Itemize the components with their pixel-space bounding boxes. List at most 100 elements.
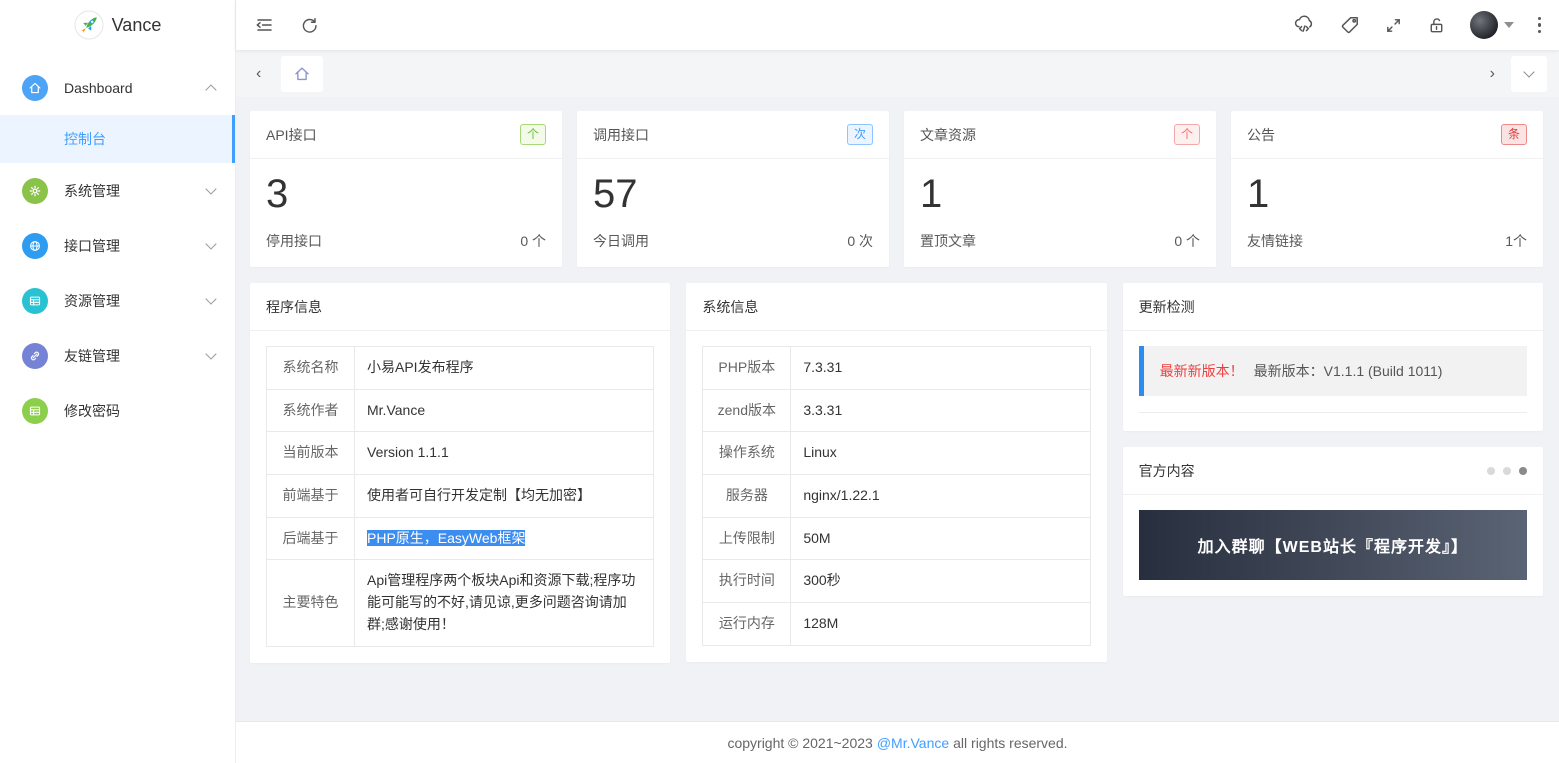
rocket-logo-icon xyxy=(74,10,104,40)
refresh-icon[interactable] xyxy=(300,16,319,35)
sidebar-item-api-management[interactable]: 接口管理 xyxy=(0,218,235,273)
sidebar-item-change-password[interactable]: 修改密码 xyxy=(0,383,235,438)
user-menu[interactable] xyxy=(1469,11,1514,39)
collapse-sidebar-icon[interactable] xyxy=(254,15,274,35)
stat-footer-value: 1个 xyxy=(1505,233,1527,249)
table-row: 系统作者 Mr.Vance xyxy=(266,388,655,433)
table-row: 系统名称 小易API发布程序 xyxy=(266,346,655,390)
tab-bar: ‹ › xyxy=(236,50,1559,97)
carousel-dot[interactable] xyxy=(1487,466,1495,475)
chevron-down-icon xyxy=(1523,66,1535,78)
official-content-panel: 官方内容 加入群聊【WEB站长『程序开发』】 xyxy=(1122,447,1543,596)
unit-badge: 个 xyxy=(519,123,546,146)
stat-card-announcements: 公告 条 1 友情链接 1个 xyxy=(1231,111,1543,267)
stat-footer-label: 置顶文章 xyxy=(920,233,976,249)
update-alert: 最新新版本！ 最新版本：V1.1.1 (Build 1011) xyxy=(1138,346,1527,396)
fullscreen-icon[interactable] xyxy=(1384,16,1403,35)
table-row: 主要特色 Api管理程序两个板块Api和资源下载;程序功能可能写的不好,请见谅,更… xyxy=(266,559,655,647)
panel-title: 程序信息 xyxy=(266,298,322,315)
brand-logo[interactable]: Vance xyxy=(0,0,235,50)
table-row: 操作系统 Linux xyxy=(702,431,1091,476)
tabs-scroll-left-icon[interactable]: ‹ xyxy=(248,65,269,83)
stat-value: 1 xyxy=(920,172,943,216)
unit-badge: 次 xyxy=(846,123,873,146)
sidebar-item-label: Dashboard xyxy=(64,79,133,96)
sidebar-menu: Dashboard 控制台 系统管理 接口管理 资源管理 友链管理 修改密码 xyxy=(0,50,235,438)
stat-title: API接口 xyxy=(266,126,317,143)
chevron-down-icon xyxy=(205,182,217,195)
tag-icon[interactable] xyxy=(1340,15,1360,35)
stat-value: 57 xyxy=(593,172,638,216)
table-row: 上传限制 50M xyxy=(702,516,1091,561)
chevron-up-icon xyxy=(205,83,217,96)
unit-badge: 条 xyxy=(1500,123,1527,146)
chevron-down-icon xyxy=(205,347,217,360)
stat-footer-label: 今日调用 xyxy=(593,233,649,249)
chevron-down-icon xyxy=(205,292,217,305)
sidebar-item-resource-management[interactable]: 资源管理 xyxy=(0,273,235,328)
sidebar-item-label: 友链管理 xyxy=(64,347,120,364)
table-row: 前端基于 使用者可自行开发定制【均无加密】 xyxy=(266,474,655,518)
alert-highlight: 最新新版本！ xyxy=(1159,363,1244,379)
panel-title: 系统信息 xyxy=(702,298,759,315)
lock-icon[interactable] xyxy=(1427,16,1446,35)
stat-card-calls: 调用接口 次 57 今日调用 0 次 xyxy=(577,111,889,267)
divider xyxy=(1138,412,1527,413)
alert-text: 最新版本：V1.1.1 (Build 1011) xyxy=(1253,363,1443,379)
update-check-panel: 更新检测 最新新版本！ 最新版本：V1.1.1 (Build 1011) xyxy=(1122,283,1543,431)
stat-footer-value: 0 个 xyxy=(520,233,546,249)
system-info-table: PHP版本 7.3.31 zend版本 3.3.31 操作系统 Linux 服务器 ng… xyxy=(702,346,1091,646)
table-icon xyxy=(22,287,48,314)
stat-card-api: API接口 个 3 停用接口 0 个 xyxy=(250,111,562,267)
link-icon xyxy=(22,342,48,369)
stat-cards-row: API接口 个 3 停用接口 0 个 调用接口 次 57 今日调用 0 次 文章… xyxy=(250,111,1543,267)
footer-copyright-suffix: all rights reserved. xyxy=(953,734,1068,751)
tabs-scroll-right-icon[interactable]: › xyxy=(1482,65,1503,83)
sidebar-item-label: 接口管理 xyxy=(64,237,120,254)
panel-title: 更新检测 xyxy=(1138,298,1195,315)
official-banner[interactable]: 加入群聊【WEB站长『程序开发』】 xyxy=(1138,510,1527,580)
table-icon xyxy=(22,397,48,424)
carousel-dot[interactable] xyxy=(1503,466,1511,475)
sidebar-item-label: 修改密码 xyxy=(64,402,120,419)
stat-footer-label: 友情链接 xyxy=(1247,233,1303,249)
sidebar-item-system-management[interactable]: 系统管理 xyxy=(0,163,235,218)
page-content: API接口 个 3 停用接口 0 个 调用接口 次 57 今日调用 0 次 文章… xyxy=(236,97,1559,763)
table-row: PHP版本 7.3.31 xyxy=(702,346,1091,390)
footer-copyright-prefix: copyright © 2021~2023 xyxy=(727,734,873,751)
selected-text: PHP原生，EasyWeb框架 xyxy=(367,529,526,546)
info-panels-row: 程序信息 系统名称 小易API发布程序 系统作者 Mr.Vance 当前版本 Vers… xyxy=(250,283,1543,663)
banner-text: 加入群聊【WEB站长『程序开发』】 xyxy=(1197,539,1468,556)
carousel-dots xyxy=(1487,466,1527,475)
footer-author-link[interactable]: @Mr.Vance xyxy=(877,735,949,751)
table-row: zend版本 3.3.31 xyxy=(702,388,1091,433)
program-info-table: 系统名称 小易API发布程序 系统作者 Mr.Vance 当前版本 Version 1… xyxy=(266,346,655,647)
top-header xyxy=(236,0,1559,50)
stat-value: 3 xyxy=(266,172,289,216)
right-column: 更新检测 最新新版本！ 最新版本：V1.1.1 (Build 1011) 官方内容 xyxy=(1122,283,1543,596)
stat-title: 公告 xyxy=(1247,126,1275,143)
table-row: 服务器 nginx/1.22.1 xyxy=(702,474,1091,518)
sidebar-subitem-console[interactable]: 控制台 xyxy=(0,115,235,163)
avatar[interactable] xyxy=(1469,11,1498,39)
sidebar-item-label: 系统管理 xyxy=(64,182,120,199)
sidebar: Vance Dashboard 控制台 系统管理 接口管理 资源管理 友链管理 … xyxy=(0,0,236,763)
unit-badge: 个 xyxy=(1173,123,1200,146)
sidebar-item-link-management[interactable]: 友链管理 xyxy=(0,328,235,383)
program-info-panel: 程序信息 系统名称 小易API发布程序 系统作者 Mr.Vance 当前版本 Vers… xyxy=(250,283,671,663)
tab-actions-dropdown[interactable] xyxy=(1511,55,1547,92)
tab-home[interactable] xyxy=(281,55,324,92)
stat-footer-value: 0 个 xyxy=(1174,233,1200,249)
cloud-api-icon[interactable] xyxy=(1292,13,1316,37)
stat-card-articles: 文章资源 个 1 置顶文章 0 个 xyxy=(904,111,1216,267)
sidebar-item-dashboard[interactable]: Dashboard xyxy=(0,60,235,115)
kebab-menu-icon[interactable] xyxy=(1537,16,1541,34)
stat-title: 调用接口 xyxy=(593,126,649,143)
chevron-down-icon xyxy=(205,237,217,250)
stat-footer-label: 停用接口 xyxy=(266,233,322,249)
home-icon xyxy=(295,66,310,80)
system-info-panel: 系统信息 PHP版本 7.3.31 zend版本 3.3.31 操作系统 Linux … xyxy=(686,283,1107,662)
brand-name: Vance xyxy=(111,14,162,35)
stat-title: 文章资源 xyxy=(920,126,976,143)
carousel-dot-active[interactable] xyxy=(1519,466,1527,475)
